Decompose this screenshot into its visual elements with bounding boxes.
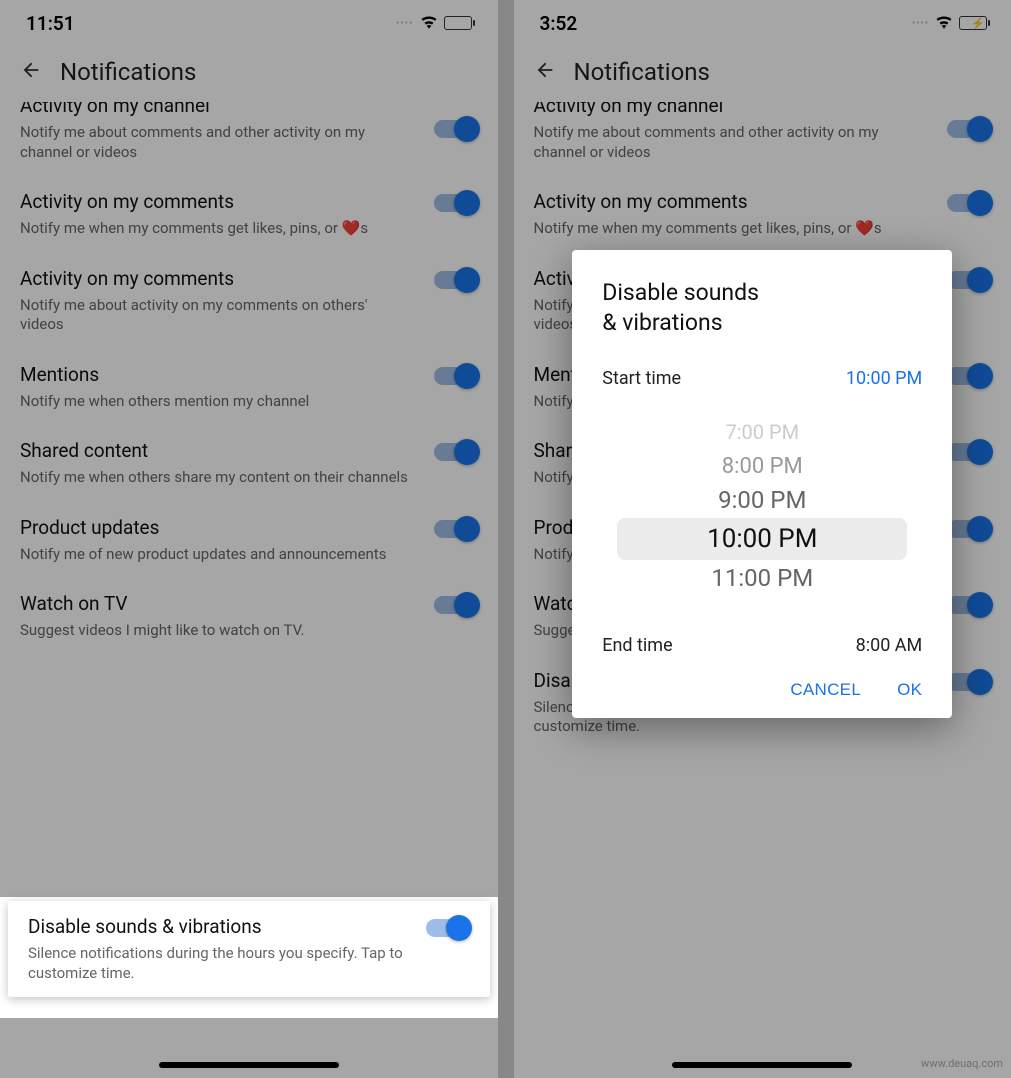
toggle-switch[interactable]: [947, 367, 991, 385]
cancel-button[interactable]: CANCEL: [790, 680, 861, 700]
setting-activity-comments-others[interactable]: Activity on my comments Notify me about …: [0, 253, 498, 349]
setting-activity-comments-likes[interactable]: Activity on my comments Notify me when m…: [0, 176, 498, 253]
setting-activity-channel[interactable]: Activity on my channel Notify me about c…: [0, 102, 498, 176]
status-bar: 11:51 ••••: [0, 0, 498, 46]
toggle-switch[interactable]: [947, 194, 991, 212]
setting-title: Activity on my comments: [534, 190, 928, 213]
setting-desc: Notify me of new product updates and ann…: [20, 545, 414, 565]
setting-activity-channel[interactable]: Activity on my channel Notify me about c…: [514, 102, 1011, 176]
start-time-label: Start time: [602, 368, 681, 389]
nav-header: Notifications: [514, 46, 1011, 102]
setting-title: Watch on TV: [20, 592, 414, 615]
watermark: www.deuaq.com: [921, 1057, 1003, 1070]
toggle-switch[interactable]: [947, 120, 991, 138]
end-time-value: 8:00 AM: [856, 635, 923, 656]
toggle-switch[interactable]: [426, 919, 470, 937]
toggle-switch[interactable]: [947, 596, 991, 614]
phone-right: 3:52 •••• ⚡ Notifications Activity on my…: [514, 0, 1011, 1078]
setting-disable-sounds[interactable]: Disable sounds & vibrations Silence noti…: [8, 901, 490, 997]
toggle-switch[interactable]: [434, 520, 478, 538]
start-time-value: 10:00 PM: [846, 368, 922, 389]
toggle-switch[interactable]: [434, 596, 478, 614]
picker-option[interactable]: 7:00 PM: [725, 415, 799, 449]
setting-desc: Notify me when my comments get likes, pi…: [20, 219, 414, 239]
home-indicator[interactable]: [159, 1062, 339, 1068]
picker-option[interactable]: 11:00 PM: [711, 560, 813, 594]
ok-button[interactable]: OK: [897, 680, 922, 700]
dialog-title-line2: & vibrations: [602, 309, 722, 336]
battery-icon: [444, 16, 472, 30]
setting-desc: Notify me about activity on my comments …: [20, 296, 414, 335]
battery-charging-icon: [959, 16, 987, 30]
setting-watch-tv[interactable]: Watch on TV Suggest videos I might like …: [0, 578, 498, 655]
start-time-row[interactable]: Start time 10:00 PM: [602, 368, 922, 389]
status-time: 11:51: [26, 12, 75, 35]
dialog-title-line1: Disable sounds: [602, 279, 759, 306]
end-time-row[interactable]: End time 8:00 AM: [602, 635, 922, 656]
wifi-icon: [935, 14, 953, 33]
toggle-switch[interactable]: [947, 271, 991, 289]
setting-shared-content[interactable]: Shared content Notify me when others sha…: [0, 425, 498, 502]
setting-title: Activity on my channel: [20, 102, 414, 117]
home-indicator[interactable]: [672, 1062, 852, 1068]
status-icons: ••••: [396, 14, 472, 33]
setting-title: Activity on my comments: [20, 267, 414, 290]
setting-desc: Silence notifications during the hours y…: [28, 944, 406, 983]
dialog-actions: CANCEL OK: [602, 680, 922, 700]
phone-left: 11:51 •••• Notifications Activity on my …: [0, 0, 498, 1078]
setting-title: Product updates: [20, 516, 414, 539]
back-arrow-icon[interactable]: [534, 59, 556, 85]
signal-dots-icon: ••••: [396, 18, 414, 29]
setting-desc: Notify me when others mention my channel: [20, 392, 414, 412]
setting-desc: Notify me when others share my content o…: [20, 468, 414, 488]
picker-option-selected[interactable]: 10:00 PM: [617, 518, 907, 561]
setting-desc: Notify me when my comments get likes, pi…: [534, 219, 928, 239]
setting-title: Shared content: [20, 439, 414, 462]
toggle-switch[interactable]: [434, 367, 478, 385]
toggle-switch[interactable]: [434, 271, 478, 289]
wifi-icon: [420, 14, 438, 33]
setting-desc: Notify me about comments and other activ…: [534, 123, 928, 162]
page-title: Notifications: [574, 58, 710, 86]
status-bar: 3:52 •••• ⚡: [514, 0, 1011, 46]
toggle-switch[interactable]: [947, 673, 991, 691]
toggle-switch[interactable]: [434, 443, 478, 461]
setting-desc: Suggest videos I might like to watch on …: [20, 621, 414, 641]
status-time: 3:52: [540, 12, 578, 35]
setting-title: Activity on my channel: [534, 102, 928, 117]
setting-product-updates[interactable]: Product updates Notify me of new product…: [0, 502, 498, 579]
back-arrow-icon[interactable]: [20, 59, 42, 85]
time-picker[interactable]: 7:00 PM 8:00 PM 9:00 PM 10:00 PM 11:00 P…: [602, 415, 922, 595]
signal-dots-icon: ••••: [912, 18, 930, 29]
nav-header: Notifications: [0, 46, 498, 102]
picker-option[interactable]: 8:00 PM: [722, 449, 803, 483]
end-time-label: End time: [602, 635, 672, 656]
status-icons: •••• ⚡: [912, 14, 985, 33]
setting-title: Disable sounds & vibrations: [28, 915, 406, 938]
setting-mentions[interactable]: Mentions Notify me when others mention m…: [0, 349, 498, 426]
toggle-switch[interactable]: [434, 194, 478, 212]
toggle-switch[interactable]: [947, 520, 991, 538]
picker-option[interactable]: 9:00 PM: [718, 483, 806, 517]
dialog-title: Disable sounds & vibrations: [602, 278, 922, 338]
toggle-switch[interactable]: [434, 120, 478, 138]
page-title: Notifications: [60, 58, 196, 86]
setting-title: Activity on my comments: [20, 190, 414, 213]
disable-sounds-dialog: Disable sounds & vibrations Start time 1…: [572, 250, 952, 718]
toggle-switch[interactable]: [947, 443, 991, 461]
setting-title: Mentions: [20, 363, 414, 386]
setting-desc: Notify me about comments and other activ…: [20, 123, 414, 162]
setting-activity-comments-likes[interactable]: Activity on my comments Notify me when m…: [514, 176, 1011, 253]
